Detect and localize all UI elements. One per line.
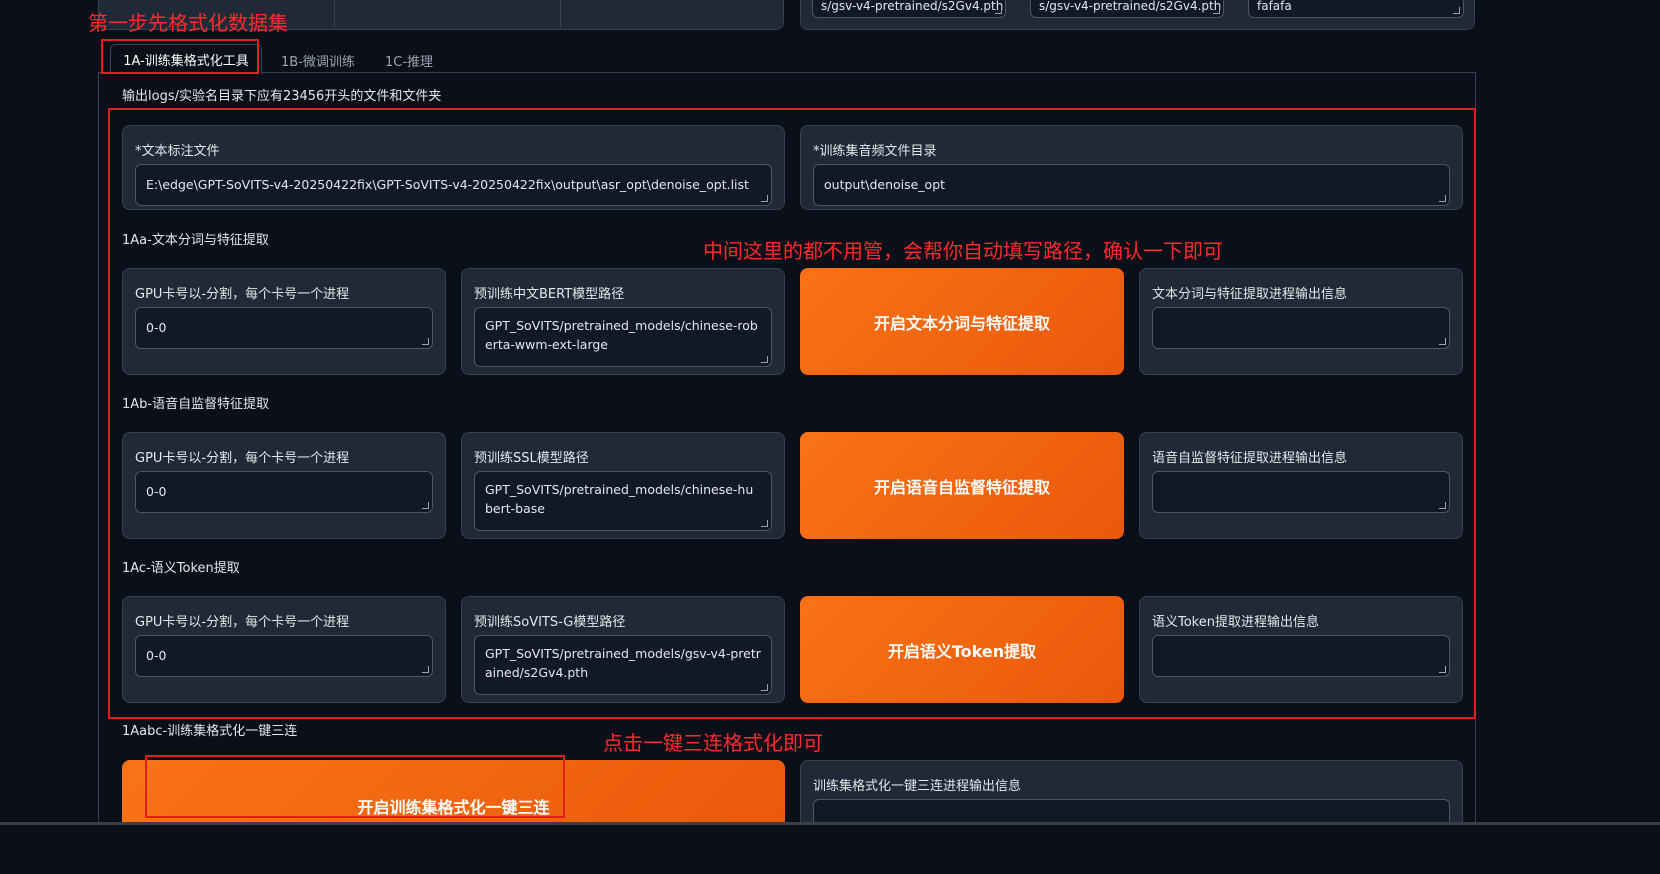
token-output[interactable]: [1152, 635, 1450, 677]
audio-dir-input[interactable]: output\denoise_opt: [813, 164, 1450, 206]
ssl-output[interactable]: [1152, 471, 1450, 513]
gpu-value: 0-0: [146, 484, 167, 499]
bert-model-label: 预训练中文BERT模型路径: [474, 287, 625, 302]
gpu-input[interactable]: 0-0: [135, 635, 433, 677]
text-feature-output-label: 文本分词与特征提取进程输出信息: [1152, 287, 1348, 302]
section-1aabc-title: 1Aabc-训练集格式化一键三连: [122, 724, 298, 739]
section-1aa-title: 1Aa-文本分词与特征提取: [122, 233, 269, 248]
annotation-step1: 第一步先格式化数据集: [88, 11, 288, 35]
top-divider-1: [334, 0, 335, 28]
annotation-middle: 中间这里的都不用管，会帮你自动填写路径，确认一下即可: [703, 239, 1223, 263]
gpu-label: GPU卡号以-分割，每个卡号一个进程: [135, 451, 350, 466]
token-output-field: 语义Token提取进程输出信息: [1139, 596, 1463, 703]
ssl-model-field: 预训练SSL模型路径 GPT_SoVITS/pretrained_models/…: [461, 432, 785, 539]
gpu-value: 0-0: [146, 320, 167, 335]
bert-model-input[interactable]: GPT_SoVITS/pretrained_models/chinese-rob…: [474, 307, 772, 367]
resize-grip-icon[interactable]: [1439, 195, 1446, 202]
gpu-input[interactable]: 0-0: [135, 471, 433, 513]
gpu-label: GPU卡号以-分割，每个卡号一个进程: [135, 287, 350, 302]
start-semantic-token-button[interactable]: 开启语义Token提取: [800, 596, 1124, 703]
annotation-box-oneclick: [145, 755, 565, 818]
top-field-2[interactable]: s/gsv-v4-pretrained/s2Gv4.pth: [1030, 0, 1224, 18]
sovits-model-label: 预训练SoVITS-G模型路径: [474, 615, 626, 630]
resize-grip-icon[interactable]: [422, 338, 429, 345]
oneclick-output-label: 训练集格式化一键三连进程输出信息: [813, 779, 1022, 794]
token-output-label: 语义Token提取进程输出信息: [1152, 615, 1319, 630]
sovits-model-field: 预训练SoVITS-G模型路径 GPT_SoVITS/pretrained_mo…: [461, 596, 785, 703]
text-feature-output-field: 文本分词与特征提取进程输出信息: [1139, 268, 1463, 375]
ssl-model-value: GPT_SoVITS/pretrained_models/chinese-hub…: [485, 482, 754, 516]
tab-1b[interactable]: 1B-微调训练: [281, 51, 355, 70]
text-label-file-field: *文本标注文件 E:\edge\GPT-SoVITS-v4-20250422fi…: [122, 125, 785, 210]
resize-grip-icon[interactable]: [1439, 502, 1446, 509]
ssl-output-label: 语音自监督特征提取进程输出信息: [1152, 451, 1348, 466]
ssl-output-field: 语音自监督特征提取进程输出信息: [1139, 432, 1463, 539]
section-1ab-title: 1Ab-语音自监督特征提取: [122, 397, 270, 412]
ssl-model-label: 预训练SSL模型路径: [474, 451, 589, 466]
resize-grip-icon[interactable]: [1439, 666, 1446, 673]
bottom-bar: [0, 822, 1660, 874]
sovits-model-input[interactable]: GPT_SoVITS/pretrained_models/gsv-v4-pret…: [474, 635, 772, 695]
text-label-file-input[interactable]: E:\edge\GPT-SoVITS-v4-20250422fix\GPT-So…: [135, 164, 772, 206]
audio-dir-field: *训练集音频文件目录 output\denoise_opt: [800, 125, 1463, 210]
resize-grip-icon[interactable]: [761, 356, 768, 363]
audio-dir-value: output\denoise_opt: [824, 177, 946, 192]
text-feature-output[interactable]: [1152, 307, 1450, 349]
top-field-1-value: s/gsv-v4-pretrained/s2Gv4.pth: [821, 0, 1004, 13]
gpu-input[interactable]: 0-0: [135, 307, 433, 349]
annotation-box-tab: [101, 39, 259, 74]
top-divider-2: [560, 0, 561, 28]
sovits-model-value: GPT_SoVITS/pretrained_models/gsv-v4-pret…: [485, 646, 761, 680]
start-ssl-feature-button[interactable]: 开启语音自监督特征提取: [800, 432, 1124, 539]
text-label-file-value: E:\edge\GPT-SoVITS-v4-20250422fix\GPT-So…: [146, 177, 749, 192]
bert-model-value: GPT_SoVITS/pretrained_models/chinese-rob…: [485, 318, 758, 352]
gpu-field-1aa: GPU卡号以-分割，每个卡号一个进程 0-0: [122, 268, 446, 375]
audio-dir-label: *训练集音频文件目录: [813, 144, 937, 159]
resize-grip-icon[interactable]: [1453, 7, 1460, 14]
tab-1c[interactable]: 1C-推理: [385, 51, 433, 70]
gpu-field-1ac: GPU卡号以-分割，每个卡号一个进程 0-0: [122, 596, 446, 703]
resize-grip-icon[interactable]: [1439, 338, 1446, 345]
top-field-3-value: fafafa: [1257, 0, 1292, 13]
section-1ac-title: 1Ac-语义Token提取: [122, 561, 240, 576]
resize-grip-icon[interactable]: [761, 684, 768, 691]
resize-grip-icon[interactable]: [1213, 7, 1220, 14]
gpu-field-1ab: GPU卡号以-分割，每个卡号一个进程 0-0: [122, 432, 446, 539]
top-field-2-value: s/gsv-v4-pretrained/s2Gv4.pth: [1039, 0, 1222, 13]
top-field-1[interactable]: s/gsv-v4-pretrained/s2Gv4.pth: [812, 0, 1006, 18]
resize-grip-icon[interactable]: [761, 195, 768, 202]
resize-grip-icon[interactable]: [422, 666, 429, 673]
resize-grip-icon[interactable]: [995, 7, 1002, 14]
resize-grip-icon[interactable]: [422, 502, 429, 509]
annotation-oneclick: 点击一键三连格式化即可: [603, 731, 823, 755]
start-text-feature-button[interactable]: 开启文本分词与特征提取: [800, 268, 1124, 375]
resize-grip-icon[interactable]: [761, 520, 768, 527]
text-label-file-label: *文本标注文件: [135, 144, 220, 159]
top-field-3[interactable]: fafafa: [1248, 0, 1464, 18]
gpu-label: GPU卡号以-分割，每个卡号一个进程: [135, 615, 350, 630]
gpu-value: 0-0: [146, 648, 167, 663]
ssl-model-input[interactable]: GPT_SoVITS/pretrained_models/chinese-hub…: [474, 471, 772, 531]
bert-model-field: 预训练中文BERT模型路径 GPT_SoVITS/pretrained_mode…: [461, 268, 785, 375]
output-hint: 输出logs/实验名目录下应有23456开头的文件和文件夹: [122, 89, 442, 104]
